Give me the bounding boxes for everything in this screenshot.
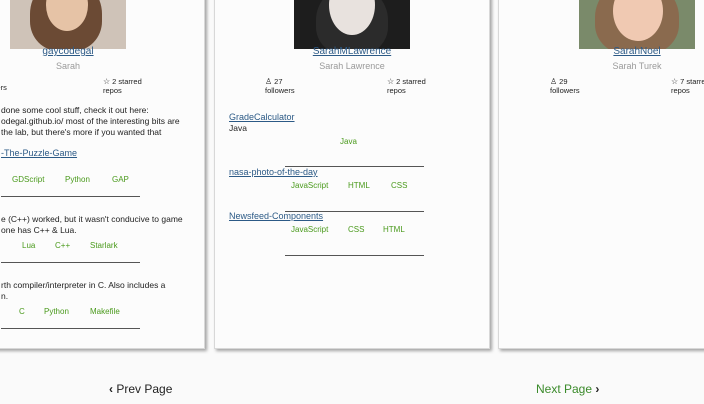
language-tag: GAP <box>112 175 129 184</box>
starred-count: 2 starred <box>396 77 426 86</box>
repo-link[interactable]: Newsfeed-Components <box>229 211 323 221</box>
language-tag: CSS <box>348 225 365 234</box>
username-link[interactable]: SarahMLawrence <box>313 46 391 57</box>
language-tag: HTML <box>383 225 405 234</box>
user-card-sarahmlawrence: SarahMLawrence Sarah Lawrence ♙ 27 follow… <box>214 0 490 349</box>
chevron-right-icon: › <box>595 382 600 396</box>
starred-stat: ☆ 2 starred repos <box>387 77 426 95</box>
language-tag: HTML <box>348 181 370 190</box>
full-name: Sarah Turek <box>612 61 662 71</box>
followers-count: 29 <box>559 77 568 86</box>
full-name: Sarah <box>55 61 81 71</box>
followers-label: followers <box>265 86 295 95</box>
avatar <box>294 0 410 49</box>
next-page-button[interactable]: Next Page › <box>536 382 599 396</box>
followers-stat: wers <box>0 83 7 92</box>
language-tag: GDScript <box>12 175 45 184</box>
repo-description: Java <box>229 123 247 133</box>
starred-stat: ☆ 2 starred repos <box>103 77 142 95</box>
followers-label: followers <box>550 86 580 95</box>
language-tag: CSS <box>391 181 408 190</box>
starred-label: repos <box>671 86 690 95</box>
user-icon: ♙ <box>550 77 558 86</box>
divider <box>1 262 140 263</box>
repo-link[interactable]: GradeCalculator <box>229 112 295 122</box>
avatar <box>579 0 695 49</box>
next-page-label: Next Page <box>536 382 593 396</box>
repo-link[interactable]: nasa-photo-of-the-day <box>229 167 318 177</box>
user-icon: ♙ <box>265 77 273 86</box>
star-icon: ☆ <box>103 77 111 86</box>
language-tag: Python <box>44 307 69 316</box>
repo-link[interactable]: -The-Puzzle-Game <box>1 148 77 158</box>
repo-description: e (C++) worked, but it wasn't conducive … <box>1 214 183 235</box>
followers-stat: ♙ 27 followers <box>265 77 295 95</box>
prev-page-button[interactable]: ‹ Prev Page <box>109 382 172 396</box>
username-link[interactable]: SarahNoel <box>613 46 660 57</box>
avatar <box>10 0 126 49</box>
user-card-sarahnoel: SarahNoel Sarah Turek ♙ 29 followers ☆ 7 s… <box>498 0 704 349</box>
prev-page-label: Prev Page <box>116 382 173 396</box>
language-tag: JavaScript <box>291 181 329 190</box>
followers-stat: ♙ 29 followers <box>550 77 580 95</box>
language-tag: Makefile <box>90 307 120 316</box>
star-icon: ☆ <box>387 77 395 86</box>
language-tag: JavaScript <box>291 225 329 234</box>
user-card-gaycodegal: gaycodegal Sarah wers ☆2 starred repos d… <box>0 0 205 349</box>
username-link[interactable]: gaycodegal <box>42 46 93 57</box>
starred-label: repos <box>103 86 122 95</box>
chevron-left-icon: ‹ <box>109 382 113 396</box>
followers-count: 27 <box>274 77 283 86</box>
full-name: Sarah Lawrence <box>319 61 385 71</box>
star-icon: ☆ <box>671 77 679 86</box>
language-tag: C++ <box>55 241 71 250</box>
language-tag: Starlark <box>90 241 118 250</box>
language-tag: C <box>19 307 25 316</box>
language-tag: Lua <box>22 241 36 250</box>
language-tag: Java <box>340 137 357 146</box>
starred-stat: ☆ 7 starre repos <box>671 77 704 95</box>
divider <box>1 196 140 197</box>
starred-count: 7 starre <box>680 77 704 86</box>
followers-label: wers <box>0 83 7 92</box>
language-tag: Python <box>65 175 90 184</box>
starred-count: 2 starred <box>112 77 142 86</box>
starred-label: repos <box>387 86 406 95</box>
divider <box>285 255 424 256</box>
divider <box>1 328 140 329</box>
repo-description: rth compiler/interpreter in C. Also incl… <box>1 280 166 301</box>
bio-text: done some cool stuff, check it out here:… <box>1 105 180 137</box>
